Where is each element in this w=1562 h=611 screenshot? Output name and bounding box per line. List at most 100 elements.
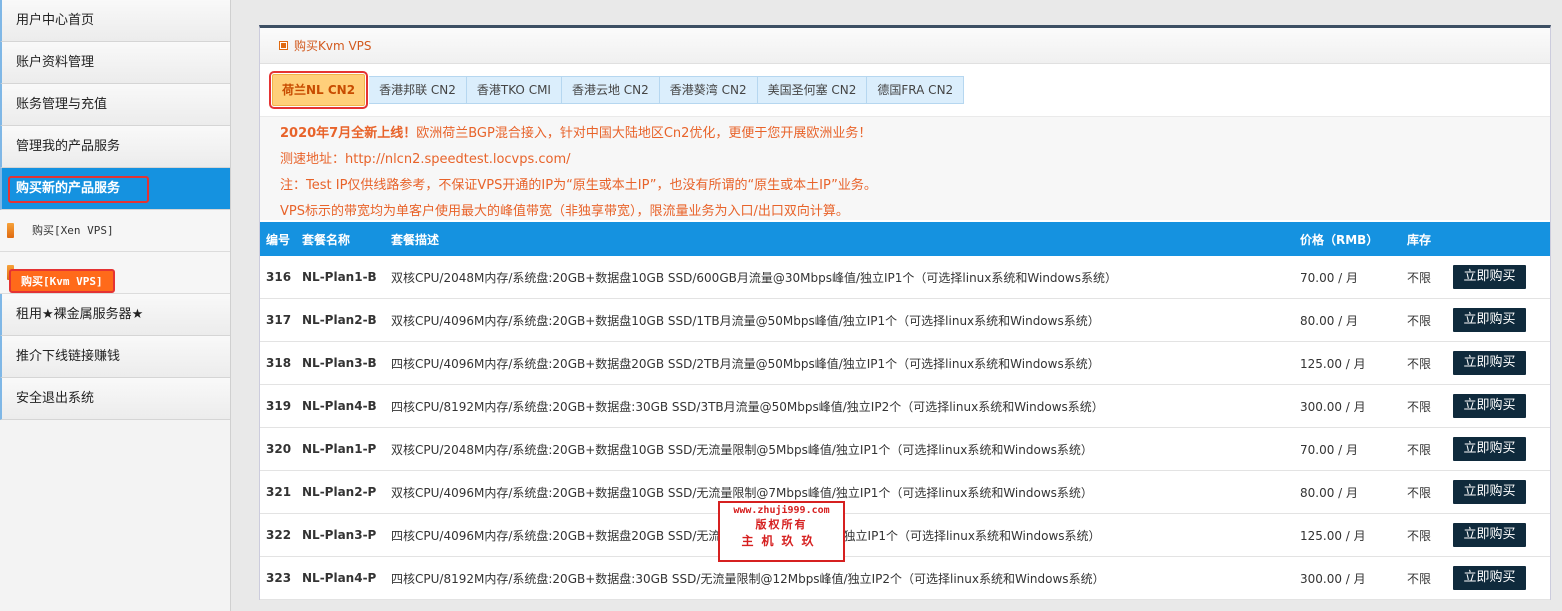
sidebar-item-account[interactable]: 账户资料管理 [0,42,230,84]
table-row: 318 NL-Plan3-B 四核CPU/4096M内存/系统盘:20GB+数据… [260,342,1550,385]
plan-stock: 不限 [1407,442,1432,457]
bar-icon [7,223,14,238]
plan-stock: 不限 [1407,571,1432,586]
sidebar-subitem-xen[interactable]: 购买[Xen VPS] [0,210,230,252]
plan-name: NL-Plan3-B [302,356,377,370]
sidebar-subitem-kvm[interactable]: 购买[Kvm VPS] [0,252,230,294]
watermark-url: www.zhuji999.com [733,505,830,516]
plan-stock: 不限 [1407,485,1432,500]
sidebar-item-label: 安全退出系统 [16,391,95,406]
sidebar-item-label: 租用★裸金属服务器★ [16,307,144,322]
plan-stock: 不限 [1407,313,1432,328]
sidebar-item-label: 管理我的产品服务 [16,139,121,154]
tab-hk-yundi-cn2[interactable]: 香港云地 CN2 [561,76,660,104]
table-row: 323 NL-Plan4-P 四核CPU/8192M内存/系统盘:20GB+数据… [260,557,1550,600]
table-row: 321 NL-Plan2-P 双核CPU/4096M内存/系统盘:20GB+数据… [260,471,1550,514]
plan-name: NL-Plan2-P [302,485,377,499]
plan-desc: 四核CPU/8192M内存/系统盘:20GB+数据盘:30GB SSD/3TB月… [391,399,1104,414]
plan-desc: 双核CPU/2048M内存/系统盘:20GB+数据盘10GB SSD/600GB… [391,270,1117,285]
sidebar-item-logout[interactable]: 安全退出系统 [0,378,230,420]
table-header: 编号 套餐名称 套餐描述 价格（RMB） 库存 [260,222,1550,256]
tab-nl-cn2[interactable]: 荷兰NL CN2 [268,71,369,109]
panel-header: 购买Kvm VPS [260,28,1550,64]
main-panel: 购买Kvm VPS 荷兰NL CN2 香港邦联 CN2 香港TKO CMI 香港… [259,25,1551,600]
plan-desc: 双核CPU/4096M内存/系统盘:20GB+数据盘10GB SSD/无流量限制… [391,485,1093,500]
buy-now-button[interactable]: 立即购买 [1453,437,1526,461]
sidebar-subitem-label: 购买[Kvm VPS] [9,269,115,293]
sidebar-item-label: 用户中心首页 [16,13,95,28]
plan-desc: 四核CPU/4096M内存/系统盘:20GB+数据盘20GB SSD/2TB月流… [391,356,1100,371]
plan-id: 323 [266,571,292,585]
buy-now-button[interactable]: 立即购买 [1453,351,1526,375]
plan-id: 320 [266,442,292,456]
plan-stock: 不限 [1407,528,1432,543]
plan-price: 125.00 / 月 [1300,356,1366,371]
notice-line: 注：Test IP仅供线路参考，不保证VPS开通的IP为“原生或本土IP”，也没… [280,178,877,193]
plan-desc: 四核CPU/8192M内存/系统盘:20GB+数据盘:30GB SSD/无流量限… [391,571,1105,586]
square-bullet-icon [279,41,288,50]
watermark-brand: 主机玖玖 [741,534,822,548]
plan-id: 319 [266,399,292,413]
sidebar-item-referral[interactable]: 推介下线链接赚钱 [0,336,230,378]
tab-hk-kwai-chung-cn2[interactable]: 香港葵湾 CN2 [659,76,758,104]
sidebar-item-billing[interactable]: 账务管理与充值 [0,84,230,126]
sidebar-item-home[interactable]: 用户中心首页 [0,0,230,42]
table-row: 319 NL-Plan4-B 四核CPU/8192M内存/系统盘:20GB+数据… [260,385,1550,428]
highlight-box [8,176,149,203]
plan-name: NL-Plan3-P [302,528,377,542]
notice-box: 2020年7月全新上线！欧洲荷兰BGP混合接入，针对中国大陆地区Cn2优化，更便… [260,116,1550,220]
buy-now-button[interactable]: 立即购买 [1453,394,1526,418]
header-desc: 套餐描述 [391,232,440,247]
plan-id: 321 [266,485,292,499]
plan-name: NL-Plan4-P [302,571,377,585]
tab-hk-banglian-cn2[interactable]: 香港邦联 CN2 [369,76,467,104]
plans-table: 编号 套餐名称 套餐描述 价格（RMB） 库存 316 NL-Plan1-B 双… [260,222,1550,600]
buy-now-button[interactable]: 立即购买 [1453,566,1526,590]
plan-id: 322 [266,528,292,542]
buy-now-button[interactable]: 立即购买 [1453,523,1526,547]
plan-stock: 不限 [1407,356,1432,371]
sidebar-item-my-services[interactable]: 管理我的产品服务 [0,126,230,168]
plan-stock: 不限 [1407,399,1432,414]
buy-now-button[interactable]: 立即购买 [1453,480,1526,504]
tab-de-fra-cn2[interactable]: 德国FRA CN2 [867,76,965,104]
sidebar-item-label: 账务管理与充值 [16,97,108,112]
watermark-stamp: www.zhuji999.com 版权所有 主机玖玖 [718,501,845,562]
tab-us-san-jose-cn2[interactable]: 美国圣何塞 CN2 [757,76,868,104]
plan-desc: 双核CPU/2048M内存/系统盘:20GB+数据盘10GB SSD/无流量限制… [391,442,1093,457]
sidebar: 用户中心首页 账户资料管理 账务管理与充值 管理我的产品服务 购买新的产品服务 … [0,0,231,611]
table-row: 320 NL-Plan1-P 双核CPU/2048M内存/系统盘:20GB+数据… [260,428,1550,471]
plan-name: NL-Plan1-P [302,442,377,456]
plan-name: NL-Plan2-B [302,313,377,327]
buy-now-button[interactable]: 立即购买 [1453,308,1526,332]
plan-stock: 不限 [1407,270,1432,285]
header-name: 套餐名称 [302,232,351,247]
plan-price: 70.00 / 月 [1300,270,1359,285]
sidebar-item-buy-new[interactable]: 购买新的产品服务 [0,168,230,210]
tab-hk-tko-cmi[interactable]: 香港TKO CMI [466,76,562,104]
sidebar-subitem-label: 购买[Xen VPS] [32,224,114,237]
plan-id: 318 [266,356,292,370]
plan-price: 300.00 / 月 [1300,399,1366,414]
plan-name: NL-Plan4-B [302,399,377,413]
buy-now-button[interactable]: 立即购买 [1453,265,1526,289]
plan-price: 80.00 / 月 [1300,313,1359,328]
plan-price: 70.00 / 月 [1300,442,1359,457]
sidebar-item-bare-metal[interactable]: 租用★裸金属服务器★ [0,294,230,336]
plan-price: 80.00 / 月 [1300,485,1359,500]
sidebar-item-label: 账户资料管理 [16,55,95,70]
header-price: 价格（RMB） [1300,232,1379,247]
plan-desc: 四核CPU/4096M内存/系统盘:20GB+数据盘20GB SSD/无流量限制… [391,528,1101,543]
notice-text: 欧洲荷兰BGP混合接入，针对中国大陆地区Cn2优化，更便于您开展欧洲业务！ [416,126,872,141]
table-row: 316 NL-Plan1-B 双核CPU/2048M内存/系统盘:20GB+数据… [260,256,1550,299]
plan-price: 125.00 / 月 [1300,528,1366,543]
plan-desc: 双核CPU/4096M内存/系统盘:20GB+数据盘10GB SSD/1TB月流… [391,313,1100,328]
region-tabs: 荷兰NL CN2 香港邦联 CN2 香港TKO CMI 香港云地 CN2 香港葵… [268,71,965,109]
header-stock: 库存 [1407,232,1432,247]
sidebar-item-label: 推介下线链接赚钱 [16,349,121,364]
plan-id: 317 [266,313,292,327]
plan-id: 316 [266,270,292,284]
table-row: 322 NL-Plan3-P 四核CPU/4096M内存/系统盘:20GB+数据… [260,514,1550,557]
page-title: 购买Kvm VPS [294,39,372,53]
notice-line: 2020年7月全新上线！欧洲荷兰BGP混合接入，针对中国大陆地区Cn2优化，更便… [280,121,1550,147]
